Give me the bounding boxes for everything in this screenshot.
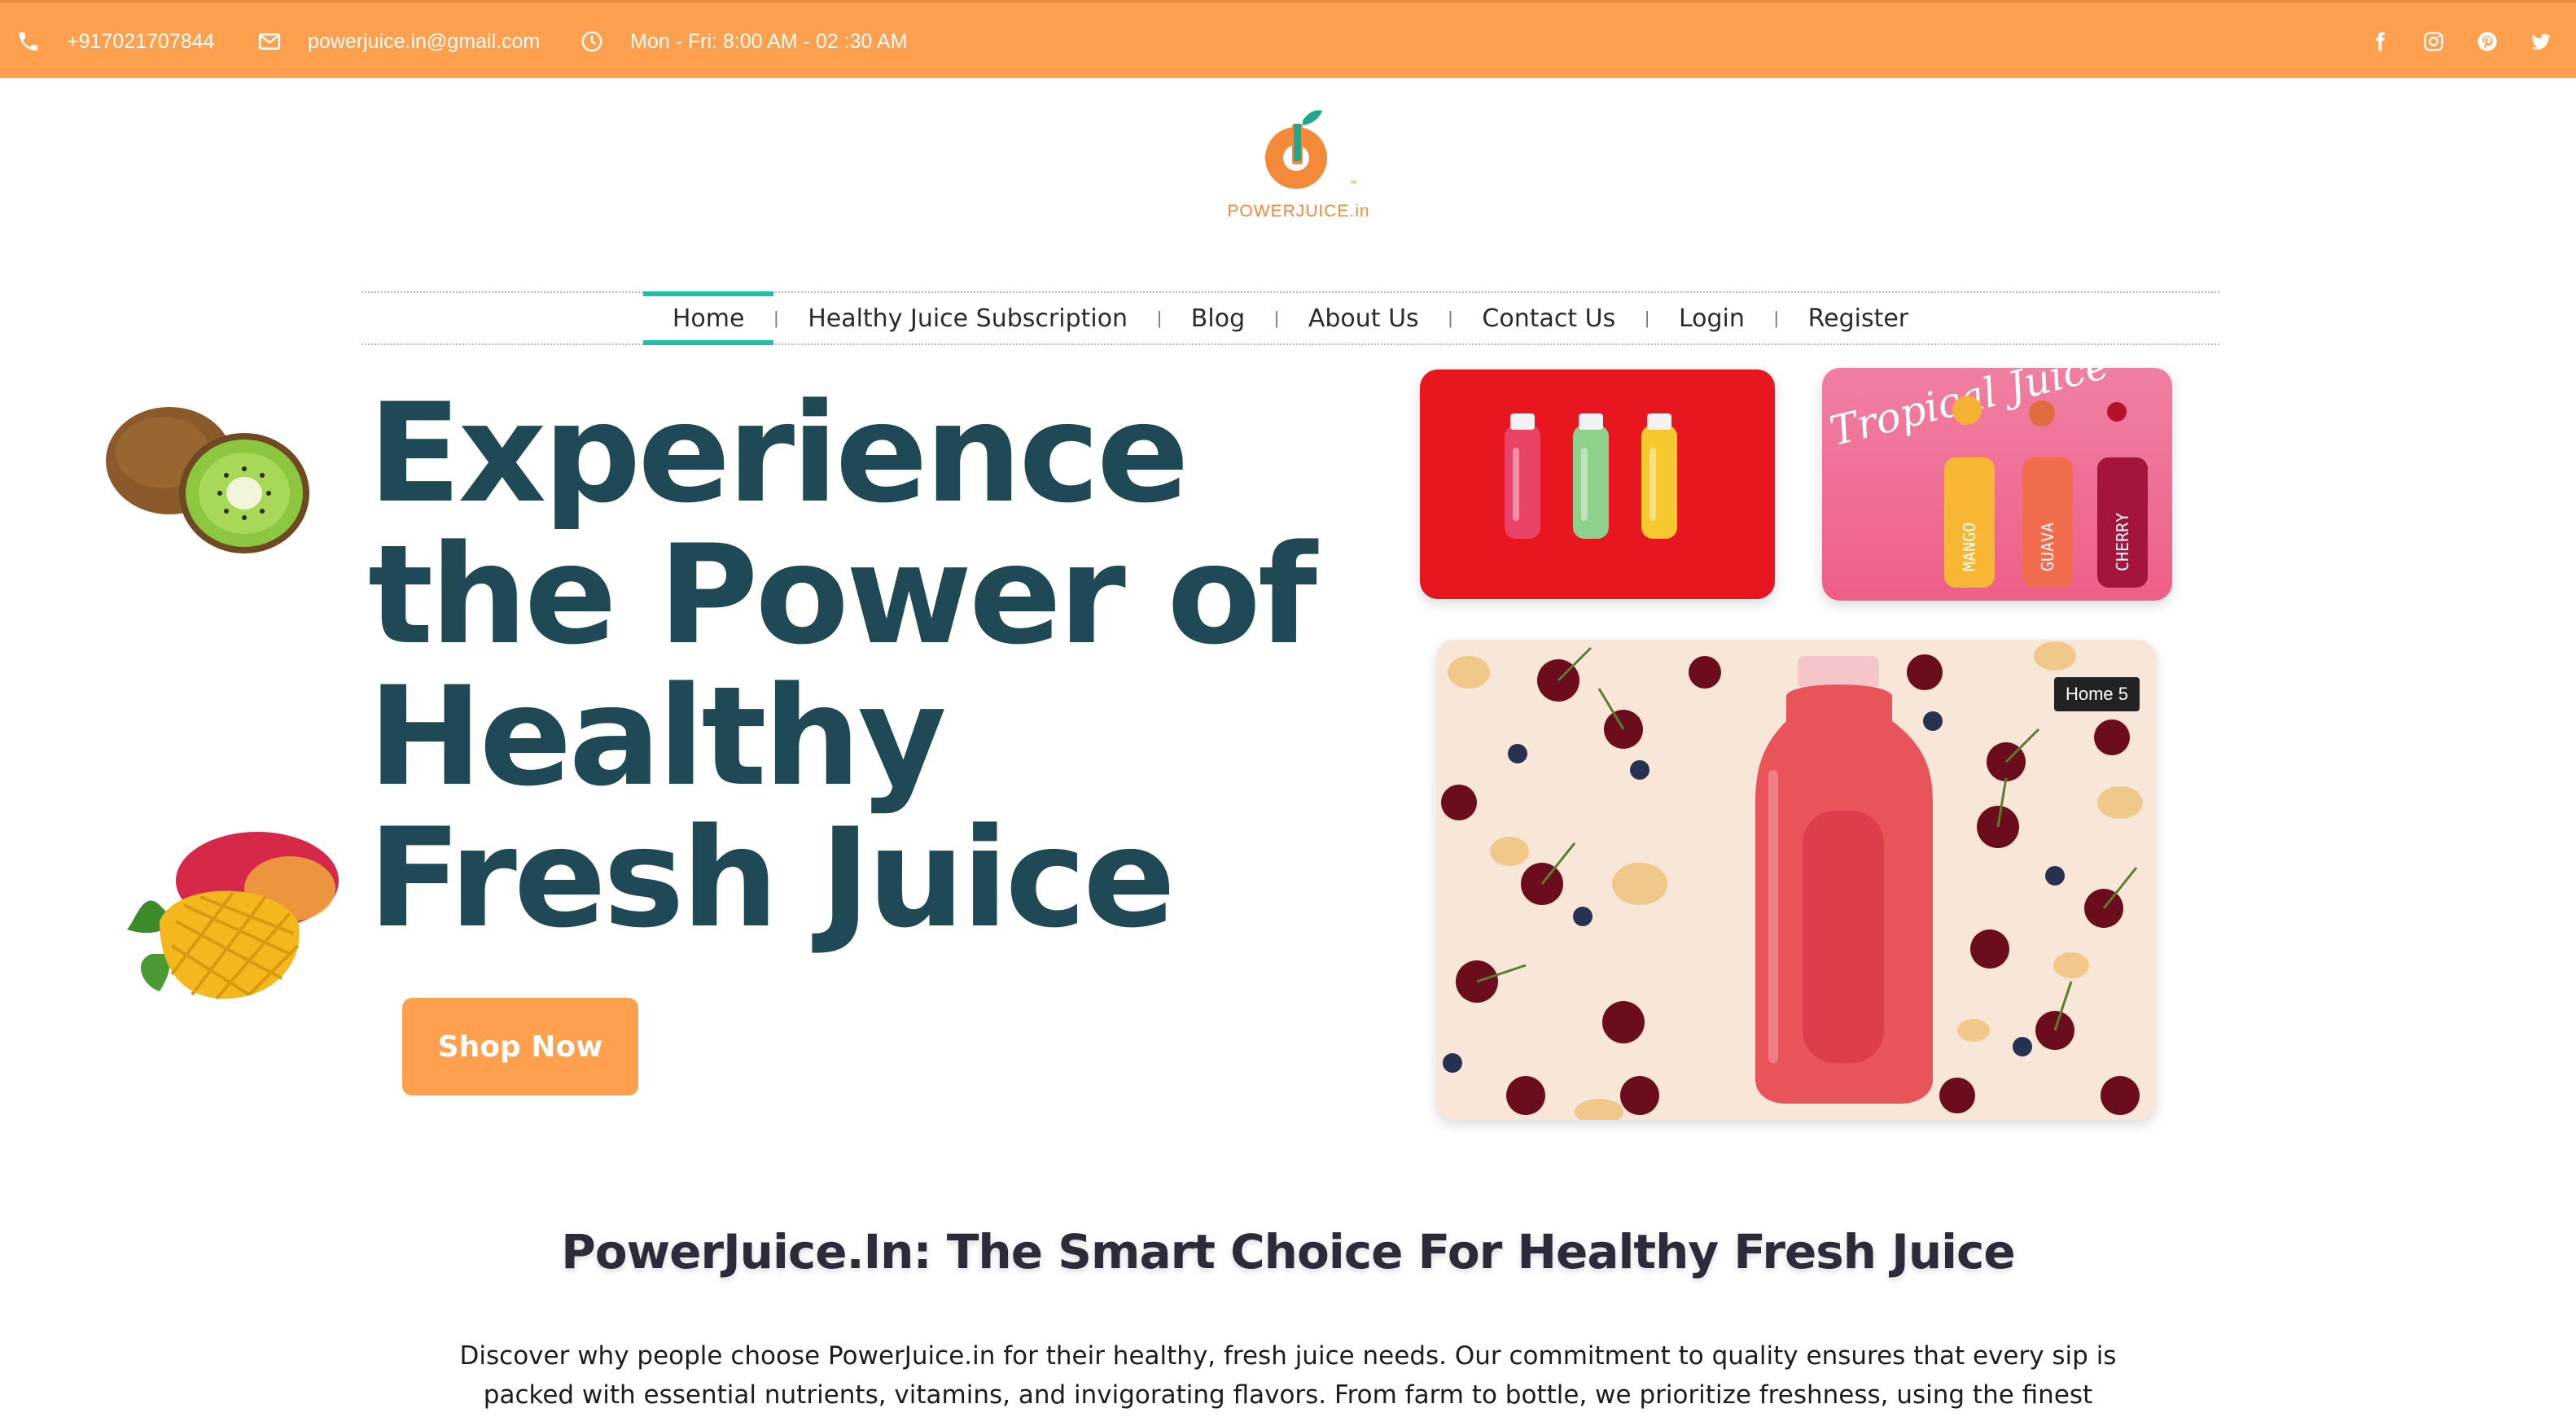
site-logo[interactable]: ™ POWERJUICE.in <box>1221 107 1376 230</box>
mango-image <box>127 832 339 1000</box>
shop-now-button[interactable]: Shop Now <box>402 998 638 1096</box>
logo-icon: ™ <box>1265 110 1357 189</box>
nav-item-healthy-juice-subscription[interactable]: Healthy Juice Subscription <box>778 293 1157 343</box>
clock-icon <box>581 31 602 52</box>
svg-text:™: ™ <box>1350 179 1357 187</box>
twitter-icon[interactable] <box>2514 30 2568 53</box>
instagram-icon[interactable] <box>2407 30 2460 53</box>
nav-item-blog[interactable]: Blog <box>1162 293 1274 343</box>
image-tooltip: Home 5 <box>2053 677 2140 711</box>
nav-item-about-us[interactable]: About Us <box>1279 293 1448 343</box>
facebook-icon[interactable] <box>2353 30 2407 53</box>
hero-title: Experience the Power of Healthy Fresh Ju… <box>368 374 1317 958</box>
mango-bottle-label: MANGO <box>1960 523 1979 571</box>
social-links <box>2353 2 2568 81</box>
cherry-juice-bottle-image: Home 5 <box>1436 640 2156 1120</box>
top-contact-bar: +917021707844 powerjuice.in@gmail.com Mo… <box>0 0 2576 78</box>
tropical-juice-image: Tropical Juice MANGO GUAVA CHERRY <box>1822 368 2172 601</box>
phone-contact[interactable]: +917021707844 <box>16 2 214 81</box>
logo-text: POWERJUICE.in <box>1227 202 1370 221</box>
nav-item-home[interactable]: Home <box>642 291 774 345</box>
guava-bottle-label: GUAVA <box>2038 523 2057 571</box>
email-contact[interactable]: powerjuice.in@gmail.com <box>257 2 540 81</box>
section-description: Discover why people choose PowerJuice.in… <box>459 1341 2117 1410</box>
nav-item-login[interactable]: Login <box>1649 293 1774 343</box>
pinterest-icon[interactable] <box>2460 30 2514 53</box>
phone-icon <box>19 32 38 51</box>
mail-icon <box>258 33 281 50</box>
email-address: powerjuice.in@gmail.com <box>308 29 541 53</box>
hours-text: Mon - Fri: 8:00 AM - 02 :30 AM <box>630 29 908 53</box>
nav-item-contact-us[interactable]: Contact Us <box>1452 293 1645 343</box>
cherry-bottle-label: CHERRY <box>2113 513 2132 571</box>
juice-bottles-red-image <box>1420 370 1775 599</box>
nav-item-register[interactable]: Register <box>1779 293 1939 343</box>
section-title: PowerJuice.In: The Smart Choice For Heal… <box>561 1224 2016 1279</box>
phone-number: +917021707844 <box>67 29 215 53</box>
kiwi-image <box>106 407 309 553</box>
opening-hours: Mon - Fri: 8:00 AM - 02 :30 AM <box>580 2 907 81</box>
main-navigation: Home | Healthy Juice Subscription | Blog… <box>361 291 2219 345</box>
